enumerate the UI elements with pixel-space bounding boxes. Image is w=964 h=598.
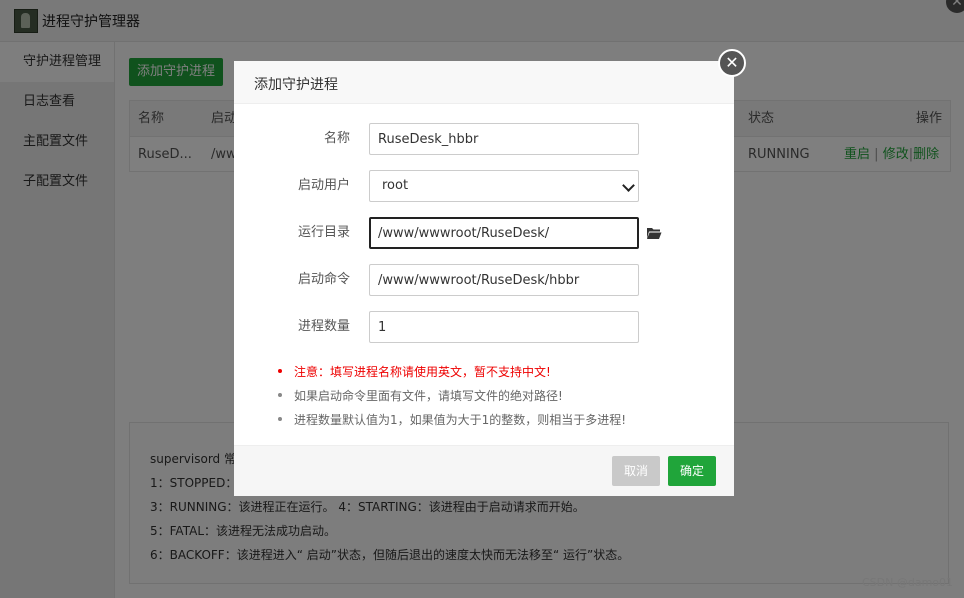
name-label: 名称 [323,131,350,146]
cancel-button[interactable]: 取消 [612,456,660,486]
tip-item: 进程数量默认值为1，如果值为大于1的整数，则相当于多进程! [278,411,626,428]
count-label: 进程数量 [297,319,350,334]
tip-item: 如果启动命令里面有文件，请填写文件的绝对路径! [278,387,563,404]
user-select[interactable]: root [369,170,639,202]
add-process-dialog: 添加守护进程 名称 启动用户 root 运行目录 启动命令 进程数量 注意：填写… [234,61,734,496]
user-select-value: root [382,178,409,193]
folder-open-icon[interactable] [646,226,662,240]
dialog-title: 添加守护进程 [254,77,338,93]
dialog-footer: 取消 确定 [234,445,734,496]
user-label: 启动用户 [297,178,350,193]
chevron-down-icon [622,179,635,192]
name-input[interactable] [369,123,639,155]
dialog-header: 添加守护进程 [234,61,734,104]
cmd-label: 启动命令 [297,272,350,287]
count-input[interactable] [369,311,639,343]
confirm-button[interactable]: 确定 [668,456,716,486]
cmd-input[interactable] [369,264,639,296]
dir-input[interactable] [369,217,639,249]
dialog-close-icon[interactable]: ✕ [718,49,746,77]
dir-label: 运行目录 [297,225,350,240]
tip-warning: 注意：填写进程名称请使用英文，暂不支持中文! [278,363,551,380]
